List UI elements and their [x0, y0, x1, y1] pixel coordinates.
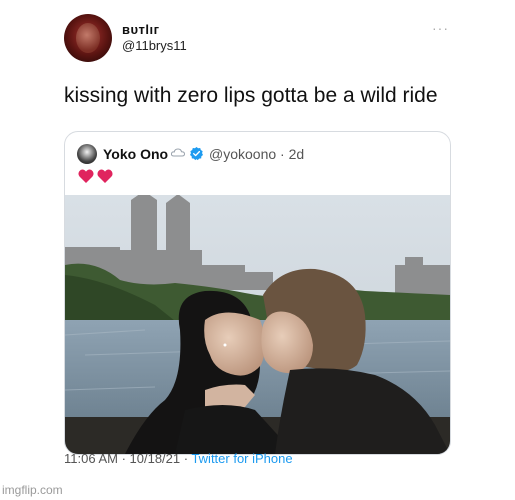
- tweet-screenshot: ʙᴜᴛlıг @11brys11 ··· kissing with zero l…: [0, 0, 515, 500]
- tweet-source-link[interactable]: Twitter for iPhone: [191, 451, 292, 466]
- heart-icon: [78, 169, 94, 183]
- more-icon[interactable]: ···: [432, 20, 449, 36]
- hearts-emoji: [78, 169, 113, 183]
- avatar[interactable]: [64, 14, 112, 62]
- quoted-tweet-card[interactable]: Yoko Ono @yokoono · 2d: [64, 131, 451, 455]
- display-name[interactable]: ʙᴜᴛlıг: [122, 22, 160, 37]
- watermark: imgflip.com: [2, 483, 63, 497]
- cloud-icon: [171, 148, 185, 157]
- quoted-handle-time[interactable]: @yokoono · 2d: [209, 146, 304, 162]
- quoted-avatar[interactable]: [77, 144, 97, 164]
- user-handle[interactable]: @11brys11: [122, 38, 187, 53]
- verified-icon: [190, 146, 203, 161]
- quoted-photo[interactable]: [65, 195, 450, 454]
- heart-icon: [97, 169, 113, 183]
- tweet-timestamp[interactable]: 11:06 AM · 10/18/21 ·: [64, 451, 191, 466]
- tweet-footer: 11:06 AM · 10/18/21 · Twitter for iPhone: [64, 451, 293, 466]
- tweet-text: kissing with zero lips gotta be a wild r…: [64, 84, 438, 107]
- quoted-display-name[interactable]: Yoko Ono: [103, 146, 168, 162]
